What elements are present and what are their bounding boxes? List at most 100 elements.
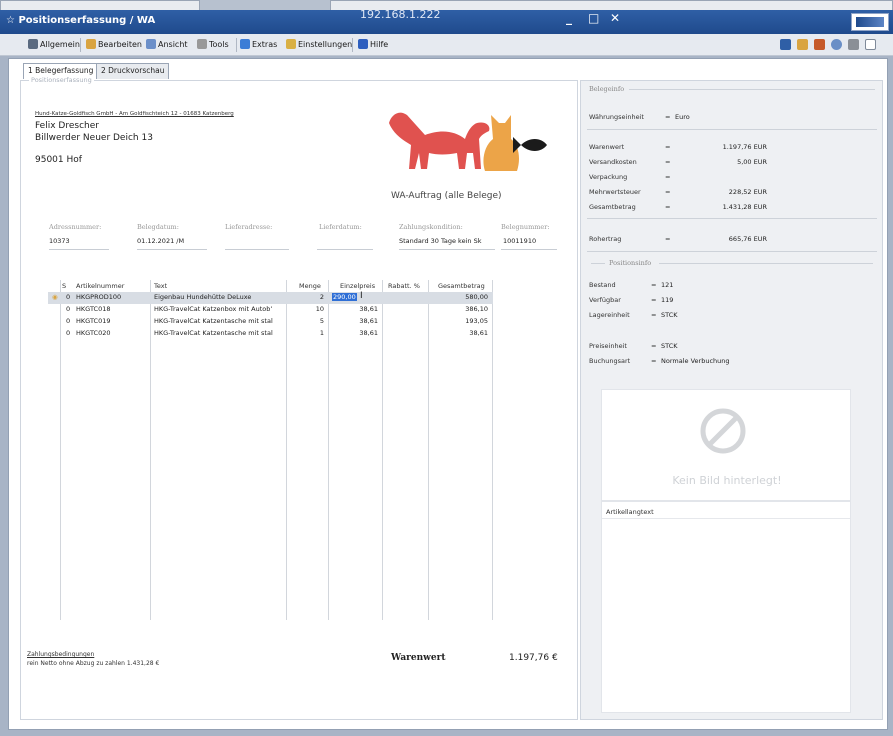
cell-gesamtbetrag: 38,61 <box>469 329 488 337</box>
cell-menge[interactable]: 2 <box>288 293 324 301</box>
col-header-einzelpreis[interactable]: Einzelpreis <box>340 282 375 290</box>
menu-hilfe[interactable]: Hilfe <box>358 39 388 49</box>
field-value-belegdatum[interactable]: 01.12.2021 /M <box>137 237 184 245</box>
sum-eq: = <box>665 203 671 211</box>
circle-tool-icon[interactable] <box>831 39 842 50</box>
cell-artikelnummer[interactable]: HKGTC018 <box>76 305 111 313</box>
title-bar: ☆ Positionserfassung / WA 192.168.1.222 … <box>0 8 893 34</box>
cell-artikelnummer[interactable]: HKGTC020 <box>76 329 111 337</box>
pos-value: 121 <box>661 281 674 289</box>
menu-label: Bearbeiten <box>98 40 142 49</box>
menu-bar: Allgemein Bearbeiten Ansicht Tools Extra… <box>0 34 893 56</box>
field-underline <box>137 249 207 250</box>
company-logo <box>389 112 547 171</box>
window-title-text: Positionserfassung / WA <box>18 15 156 26</box>
cell-einzelpreis[interactable]: 38,61 <box>330 329 378 337</box>
rohertrag-value: 665,76 EUR <box>728 235 767 243</box>
pen-tool-icon[interactable] <box>780 39 791 50</box>
export-tool-icon[interactable] <box>814 39 825 50</box>
sum-value: 1.197,76 EUR <box>722 143 767 151</box>
cell-menge[interactable]: 10 <box>288 305 324 313</box>
cell-text[interactable]: HKG-TravelCat Katzentasche mit stal <box>154 329 284 337</box>
grid-tool-icon[interactable] <box>797 39 808 50</box>
pos-label: Bestand <box>589 281 616 289</box>
menu-separator <box>80 38 81 52</box>
field-value-belegnummer[interactable]: 10011910 <box>503 237 536 245</box>
menu-allgemein[interactable]: Allgemein <box>28 39 80 49</box>
zahlungsbedingungen-link[interactable]: Zahlungsbedingungen <box>27 651 94 658</box>
section-divider <box>587 129 877 130</box>
menu-einstellungen[interactable]: Einstellungen <box>286 39 352 49</box>
cell-text[interactable]: Eigenbau Hundehütte DeLuxe <box>154 293 284 301</box>
caption-line <box>659 263 873 264</box>
no-image-icon <box>700 408 746 454</box>
pos-eq: = <box>651 357 657 365</box>
close-button[interactable]: ✕ <box>610 11 620 25</box>
cell-einzelpreis[interactable]: 38,61 <box>330 317 378 325</box>
window-title: ☆ Positionserfassung / WA <box>6 15 156 26</box>
cell-text[interactable]: HKG-TravelCat Katzentasche mit stal <box>154 317 284 325</box>
cell-menge[interactable]: 1 <box>288 329 324 337</box>
menu-ansicht[interactable]: Ansicht <box>146 39 188 49</box>
menu-extras[interactable]: Extras <box>240 39 277 49</box>
field-label-lieferdatum: Lieferdatum: <box>319 223 362 231</box>
recipient-street: Billwerder Neuer Deich 13 <box>35 133 153 143</box>
table-row[interactable]: ◉ 0 HKGPROD100 Eigenbau Hundehütte DeLux… <box>48 291 493 304</box>
field-value-zahlungskondition[interactable]: Standard 30 Tage kein Sk <box>399 237 495 245</box>
caption-line <box>591 263 605 264</box>
edit-icon <box>86 39 96 49</box>
field-underline <box>225 249 289 250</box>
cell-gesamtbetrag: 386,10 <box>465 305 488 313</box>
field-value-adressnummer[interactable]: 10373 <box>49 237 70 245</box>
section-divider <box>587 251 877 252</box>
col-header-artikelnummer[interactable]: Artikelnummer <box>76 282 124 290</box>
cell-einzelpreis[interactable]: 38,61 <box>330 305 378 313</box>
panel-caption: Positionserfassung <box>29 76 94 84</box>
menu-label: Hilfe <box>370 40 389 49</box>
cell-text[interactable]: HKG-TravelCat Katzenbox mit Autob’ <box>154 305 284 313</box>
cell-s: 0 <box>66 293 71 301</box>
waehrung-value: Euro <box>675 113 690 121</box>
positionsinfo-caption: Positionsinfo <box>609 259 652 267</box>
minimize-button[interactable]: _ <box>566 11 572 25</box>
field-underline <box>399 249 495 250</box>
col-header-rabatt[interactable]: Rabatt. % <box>388 282 420 290</box>
table-row[interactable]: 0 HKGTC019 HKG-TravelCat Katzentasche mi… <box>48 316 493 328</box>
table-row[interactable]: 0 HKGTC018 HKG-TravelCat Katzenbox mit A… <box>48 304 493 316</box>
col-header-gesamtbetrag[interactable]: Gesamtbetrag <box>438 282 485 290</box>
info-panel: Belegeinfo Währungseinheit = Euro Warenw… <box>580 80 883 720</box>
document-type: WA-Auftrag (alle Belege) <box>391 191 502 201</box>
field-underline <box>501 249 557 250</box>
pos-value: STCK <box>661 342 678 350</box>
sum-value: 5,00 EUR <box>737 158 767 166</box>
sum-eq: = <box>665 158 671 166</box>
cell-artikelnummer[interactable]: HKGPROD100 <box>76 293 121 301</box>
menu-separator <box>236 38 237 52</box>
row-marker-icon: ◉ <box>52 293 58 301</box>
field-underline <box>49 249 109 250</box>
pos-eq: = <box>651 342 657 350</box>
tools-icon <box>197 39 207 49</box>
field-label-belegnummer: Belegnummer: <box>501 223 550 231</box>
artikellangtext-box[interactable]: Artikellangtext <box>601 501 851 713</box>
pos-label: Preiseinheit <box>589 342 627 350</box>
pin-icon <box>28 39 38 49</box>
table-row[interactable]: 0 HKGTC020 HKG-TravelCat Katzentasche mi… <box>48 328 493 340</box>
printer-tool-icon[interactable] <box>848 39 859 50</box>
pos-eq: = <box>651 296 657 304</box>
sum-eq: = <box>665 173 671 181</box>
menu-label: Tools <box>209 40 229 49</box>
col-header-s[interactable]: S <box>62 282 66 290</box>
maximize-button[interactable]: □ <box>588 11 599 25</box>
window-tool-icon[interactable] <box>865 39 876 50</box>
col-header-menge[interactable]: Menge <box>299 282 321 290</box>
cell-einzelpreis-edit[interactable]: 290,00 <box>332 293 357 301</box>
pos-value: STCK <box>661 311 678 319</box>
cell-menge[interactable]: 5 <box>288 317 324 325</box>
col-header-text[interactable]: Text <box>154 282 167 290</box>
fish-icon <box>513 137 547 153</box>
cell-artikelnummer[interactable]: HKGTC019 <box>76 317 111 325</box>
menu-bearbeiten[interactable]: Bearbeiten <box>86 39 142 49</box>
tab-druckvorschau[interactable]: 2 Druckvorschau <box>96 63 170 79</box>
menu-tools[interactable]: Tools <box>197 39 229 49</box>
